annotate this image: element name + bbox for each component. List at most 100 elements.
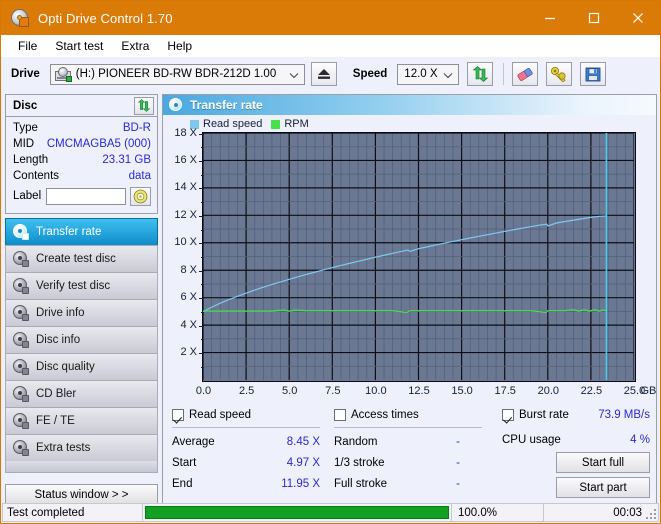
disc-label-cd-button[interactable]	[130, 186, 151, 206]
menu-item-file[interactable]: File	[9, 37, 46, 55]
access-times-checkbox-row[interactable]: Access times	[334, 406, 482, 424]
x-axis-tick-label: 20.0	[537, 385, 559, 397]
window-controls	[528, 1, 660, 35]
sidebar-item-extra-tests[interactable]: Extra tests	[5, 434, 158, 461]
sidebar-item-label: Verify test disc	[36, 280, 111, 292]
sidebar-item-create-test-disc[interactable]: Create test disc	[5, 245, 158, 272]
chart-plot-area	[202, 132, 636, 382]
y-axis-tick-label: 10 X	[174, 236, 197, 249]
sidebar-item-label: FE / TE	[36, 415, 75, 427]
burst-rate-checkbox[interactable]	[502, 409, 514, 421]
sidebar-item-label: Disc info	[36, 334, 81, 346]
sidebar-item-disc-quality[interactable]: Disc quality	[5, 353, 158, 380]
sidebar-item-disc-info[interactable]: Disc info	[5, 326, 158, 353]
close-icon[interactable]	[616, 1, 660, 35]
chart-legend: Read speed RPM	[190, 118, 309, 130]
sidebar-item-verify-test-disc[interactable]: Verify test disc	[5, 272, 158, 299]
result-key: End	[172, 477, 193, 490]
disc-row-type: Type BD-R	[13, 120, 151, 136]
disc-icon	[13, 413, 29, 429]
sidebar-item-label: Disc quality	[36, 361, 95, 373]
y-axis-tick-label: 8 X	[180, 263, 197, 276]
result-key: Average	[172, 435, 215, 448]
burst-rate-checkbox-row[interactable]: Burst rate 73.9 MB/s	[502, 406, 650, 424]
disc-label-row: Label	[13, 185, 151, 207]
window-title: Opti Drive Control 1.70	[38, 10, 173, 26]
eraser-button[interactable]	[512, 62, 539, 86]
sidebar-item-drive-info[interactable]: Drive info	[5, 299, 158, 326]
result-row-random: Random -	[334, 431, 482, 452]
legend-label-rpm: RPM	[284, 118, 309, 130]
result-value: -	[456, 435, 460, 448]
disc-label-input[interactable]	[46, 187, 127, 205]
results-column-burst-rate: Burst rate 73.9 MB/s CPU usage 4 % Start…	[502, 406, 650, 498]
progress-bar	[142, 503, 452, 522]
disc-icon	[13, 440, 29, 456]
x-axis-tick-label: 17.5	[494, 385, 516, 397]
y-axis-tick-label: 14 X	[174, 181, 197, 194]
sidebar-item-cd-bler[interactable]: CD Bler	[5, 380, 158, 407]
disc-row-value: 23.31 GB	[102, 154, 151, 166]
disc-row-length: Length 23.31 GB	[13, 152, 151, 168]
disc-row-contents: Contents data	[13, 168, 151, 184]
disc-label-key: Label	[13, 190, 42, 202]
speed-select[interactable]: 12.0 X	[397, 63, 460, 85]
tools-icon	[551, 67, 566, 82]
disc-row-value: CMCMAGBA5 (000)	[46, 138, 151, 150]
menu-item-help[interactable]: Help	[158, 37, 201, 55]
y-axis-minor-tick	[200, 366, 204, 368]
y-axis-tick	[198, 270, 204, 272]
results-column-access-times: Access times Random - 1/3 stroke - Full …	[334, 406, 482, 494]
result-key: Random	[334, 435, 378, 448]
result-value: 11.95 X	[281, 477, 320, 490]
sidebar-item-label: Create test disc	[36, 253, 116, 265]
burst-rate-label: Burst rate	[519, 409, 569, 421]
y-axis-tick	[198, 298, 204, 300]
eject-button[interactable]	[310, 62, 337, 86]
sidebar-filler	[5, 461, 158, 473]
read-speed-checkbox-row[interactable]: Read speed	[172, 406, 320, 424]
speed-select-value: 12.0 X	[404, 68, 438, 80]
menu-item-start-test[interactable]: Start test	[46, 37, 112, 55]
y-axis-tick-label: 18 X	[174, 126, 197, 139]
start-part-button[interactable]: Start part	[556, 477, 650, 498]
y-axis-tick-label: 2 X	[180, 346, 197, 359]
drive-select[interactable]: (H:) PIONEER BD-RW BDR-212D 1.00	[49, 63, 305, 85]
resize-grip-icon[interactable]	[646, 509, 656, 519]
disc-row-value: BD-R	[122, 122, 151, 134]
start-full-button[interactable]: Start full	[556, 452, 650, 473]
save-button[interactable]	[580, 62, 607, 86]
sidebar-item-label: Drive info	[36, 307, 85, 319]
disc-row-key: Type	[13, 122, 38, 134]
drive-label: Drive	[11, 68, 40, 80]
sidebar-item-label: Extra tests	[36, 442, 91, 454]
y-axis-tick	[198, 325, 204, 327]
sidebar-item-transfer-rate[interactable]: Transfer rate	[5, 218, 158, 245]
disc-icon	[13, 251, 29, 267]
results-section: Read speed Average 8.45 X Start 4.97 X E…	[164, 406, 655, 503]
disc-row-key: Length	[13, 154, 49, 166]
y-axis-minor-tick	[200, 147, 204, 149]
y-axis-minor-tick	[200, 229, 204, 231]
minimize-icon[interactable]	[528, 1, 572, 35]
result-row-full-stroke: Full stroke -	[334, 473, 482, 494]
access-times-checkbox[interactable]	[334, 409, 346, 421]
x-axis-tick-label: 15.0	[451, 385, 473, 397]
read-speed-checkbox[interactable]	[172, 409, 184, 421]
panel-header: Transfer rate	[163, 95, 656, 115]
status-message: Test completed	[2, 503, 142, 522]
disc-refresh-button[interactable]	[134, 96, 154, 115]
result-row-third-stroke: 1/3 stroke -	[334, 452, 482, 473]
title-bar: Opti Drive Control 1.70	[1, 1, 660, 35]
maximize-icon[interactable]	[572, 1, 616, 35]
y-axis-tick	[198, 160, 204, 162]
y-axis-minor-tick	[200, 202, 204, 204]
sidebar-item-fe-te[interactable]: FE / TE	[5, 407, 158, 434]
menu-item-extra[interactable]: Extra	[112, 37, 158, 55]
disc-info-panel: Disc Type BD-R MID CMCMAGBA5 (000) Lengt…	[5, 94, 158, 214]
y-axis-tick-label: 12 X	[174, 208, 197, 221]
tools-button[interactable]	[546, 62, 573, 86]
y-axis-minor-tick	[200, 174, 204, 176]
y-axis-minor-tick	[200, 284, 204, 286]
refresh-button[interactable]	[467, 62, 494, 86]
